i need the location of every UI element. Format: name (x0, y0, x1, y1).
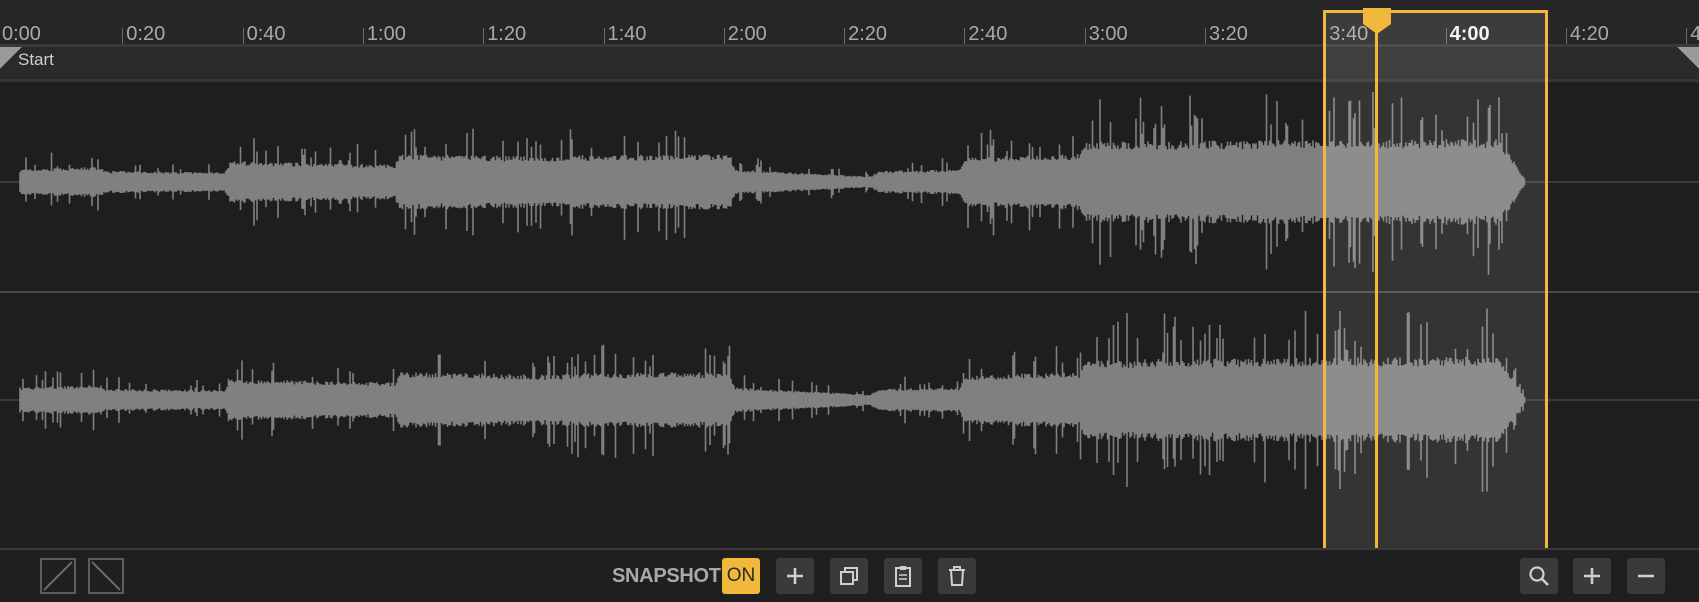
fade-out-icon (91, 561, 121, 591)
copy-snapshot-button[interactable] (830, 558, 868, 594)
selection-region[interactable] (1323, 10, 1548, 551)
bottom-toolbar: SNAPSHOT ON (0, 548, 1699, 602)
ruler-tick (242, 28, 244, 44)
zoom-button[interactable] (1520, 558, 1558, 594)
zoom-out-button[interactable] (1627, 558, 1665, 594)
delete-snapshot-button[interactable] (938, 558, 976, 594)
paste-snapshot-button[interactable] (884, 558, 922, 594)
ruler-tick-label: 2:20 (848, 23, 888, 45)
ruler-tick (603, 28, 605, 44)
playhead[interactable] (1375, 10, 1379, 551)
ruler-tick-label: 4: (1690, 23, 1699, 45)
ruler-tick-label: 0:00 (2, 23, 41, 45)
snapshot-toggle[interactable]: ON (722, 558, 760, 594)
add-snapshot-button[interactable] (776, 558, 814, 594)
ruler-tick-label: 2:40 (968, 23, 1008, 45)
ruler-tick (362, 28, 364, 44)
trash-icon (949, 566, 965, 586)
clipboard-icon (895, 566, 911, 587)
ruler-tick-label: 1:20 (487, 23, 527, 45)
ruler-tick (1084, 28, 1086, 44)
ruler-tick (1205, 28, 1206, 44)
ruler-tick (844, 28, 846, 44)
copy-icon (840, 567, 858, 585)
ruler-tick (964, 28, 966, 44)
magnifier-icon (1529, 566, 1549, 586)
ruler-tick-label: 3:20 (1209, 23, 1248, 45)
ruler-tick (483, 28, 485, 44)
audio-editor: 0:00 0:20 0:40 1:00 1:20 1:40 2:00 2:20 2:40 3:00… (0, 0, 1699, 602)
ruler-tick-label: 0:20 (126, 23, 166, 45)
fade-in-icon (43, 561, 73, 591)
ruler-tick (1686, 28, 1688, 44)
zoom-in-button[interactable] (1573, 558, 1611, 594)
ruler-tick-label: 0:40 (246, 23, 286, 45)
plus-icon (1584, 568, 1600, 584)
ruler-tick-label: 2:00 (727, 23, 767, 45)
plus-icon (787, 568, 803, 584)
ruler-tick-label: 3:00 (1088, 23, 1128, 45)
ruler-tick-label: 1:00 (366, 23, 406, 45)
ruler-tick (1565, 28, 1567, 44)
ruler-tick-label: 4:20 (1569, 23, 1609, 45)
snapshot-label: SNAPSHOT (612, 565, 721, 587)
end-marker[interactable] (1677, 47, 1699, 69)
fade-in-button[interactable] (40, 558, 76, 594)
fade-out-button[interactable] (88, 558, 124, 594)
ruler-tick (723, 28, 725, 44)
playhead-handle[interactable] (1361, 6, 1393, 36)
start-marker-label: Start (18, 50, 54, 69)
ruler-tick (122, 28, 124, 44)
ruler-tick-label: 1:40 (607, 23, 647, 45)
minus-icon (1638, 574, 1654, 578)
